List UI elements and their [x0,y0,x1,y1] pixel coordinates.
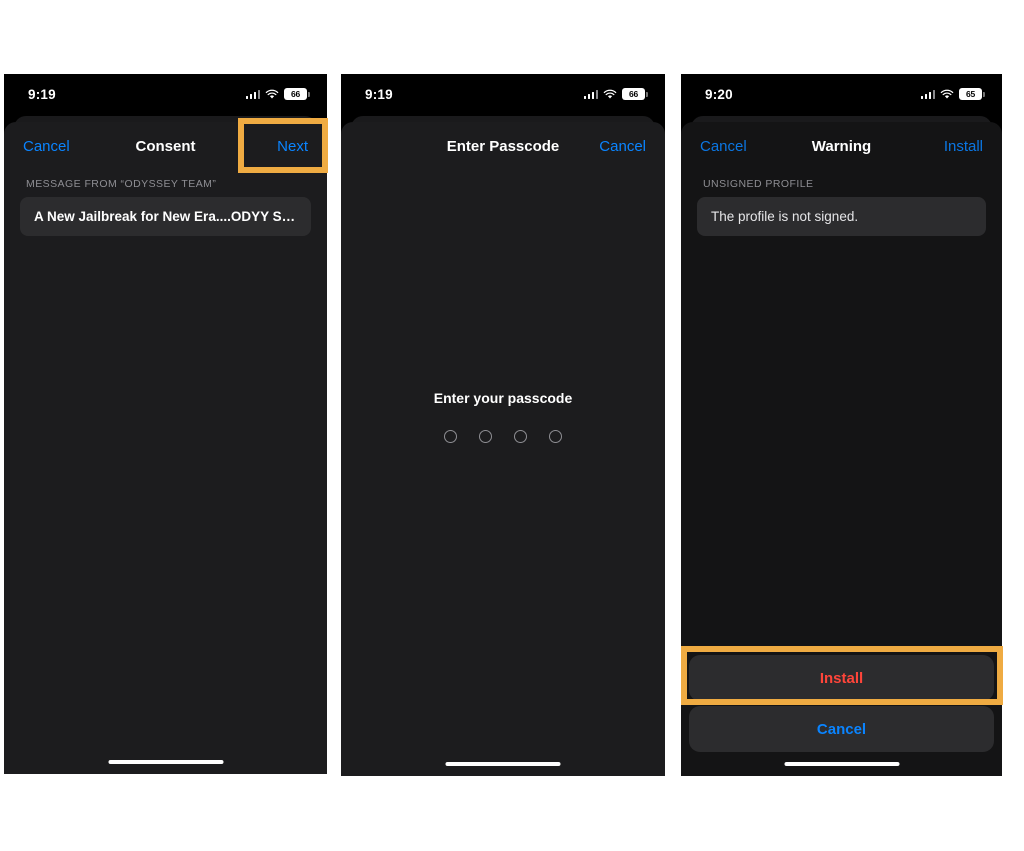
battery-icon: 66 [622,88,648,100]
cancel-button[interactable]: Cancel [599,138,646,155]
consent-sheet: Cancel Consent Next MESSAGE FROM “ODYSSE… [4,122,327,774]
navigation-bar: Cancel Warning Install [681,122,1002,170]
battery-icon: 65 [959,88,985,100]
navigation-bar: Cancel Consent Next [4,122,327,170]
section-header-message-from: MESSAGE FROM “ODYSSEY TEAM” [26,178,217,190]
action-sheet: Install Cancel [681,655,1002,752]
wifi-icon [940,89,954,99]
install-nav-button[interactable]: Install [944,138,983,155]
battery-level: 66 [628,88,639,99]
status-indicators: 66 [583,88,648,100]
navigation-bar: Enter Passcode Cancel [341,122,665,170]
home-indicator [784,761,899,766]
cancel-button[interactable]: Cancel [23,138,70,155]
install-button[interactable]: Install [689,655,994,701]
wifi-icon [603,89,617,99]
wifi-icon [265,89,279,99]
battery-level: 66 [290,88,301,99]
battery-icon: 66 [284,88,310,100]
status-indicators: 65 [920,88,985,100]
passcode-dots [341,430,665,443]
passcode-prompt: Enter your passcode [433,390,573,406]
status-time: 9:20 [705,86,733,102]
cancel-action-button[interactable]: Cancel [689,706,994,752]
phone-screen-warning: 9:20 65 Cancel Warning Install UNSIGNED … [681,74,1002,776]
passcode-dot [479,430,492,443]
passcode-sheet: Enter Passcode Cancel Enter your passcod… [341,122,665,776]
battery-cap [983,91,985,97]
phone-screen-consent: 9:19 66 Cancel Consent Next MESSAGE FROM… [4,74,327,774]
battery-cap [646,91,648,97]
next-button[interactable]: Next [277,138,308,155]
status-bar: 9:19 66 [341,74,665,114]
status-time: 9:19 [28,86,56,102]
status-bar: 9:19 66 [4,74,327,114]
warning-message-cell: The profile is not signed. [697,197,986,236]
battery-level: 65 [965,88,976,99]
status-time: 9:19 [365,86,393,102]
home-indicator [108,759,223,764]
cellular-signal-icon [583,89,598,99]
home-indicator [445,761,561,766]
cellular-signal-icon [920,89,935,99]
passcode-entry-area[interactable]: Enter your passcode [341,390,665,443]
battery-cap [308,91,310,97]
status-indicators: 66 [245,88,310,100]
screenshot-canvas: 9:19 66 Cancel Consent Next MESSAGE FROM… [0,0,1024,851]
consent-message-cell: A New Jailbreak for New Era....ODYY Stor… [20,197,311,236]
passcode-dot [549,430,562,443]
phone-screen-passcode: 9:19 66 Enter Passcode Cancel Enter your… [341,74,665,776]
status-bar: 9:20 65 [681,74,1002,114]
cancel-button[interactable]: Cancel [700,138,747,155]
passcode-dot [444,430,457,443]
passcode-dot [514,430,527,443]
section-header-unsigned-profile: UNSIGNED PROFILE [703,178,814,190]
cellular-signal-icon [245,89,260,99]
